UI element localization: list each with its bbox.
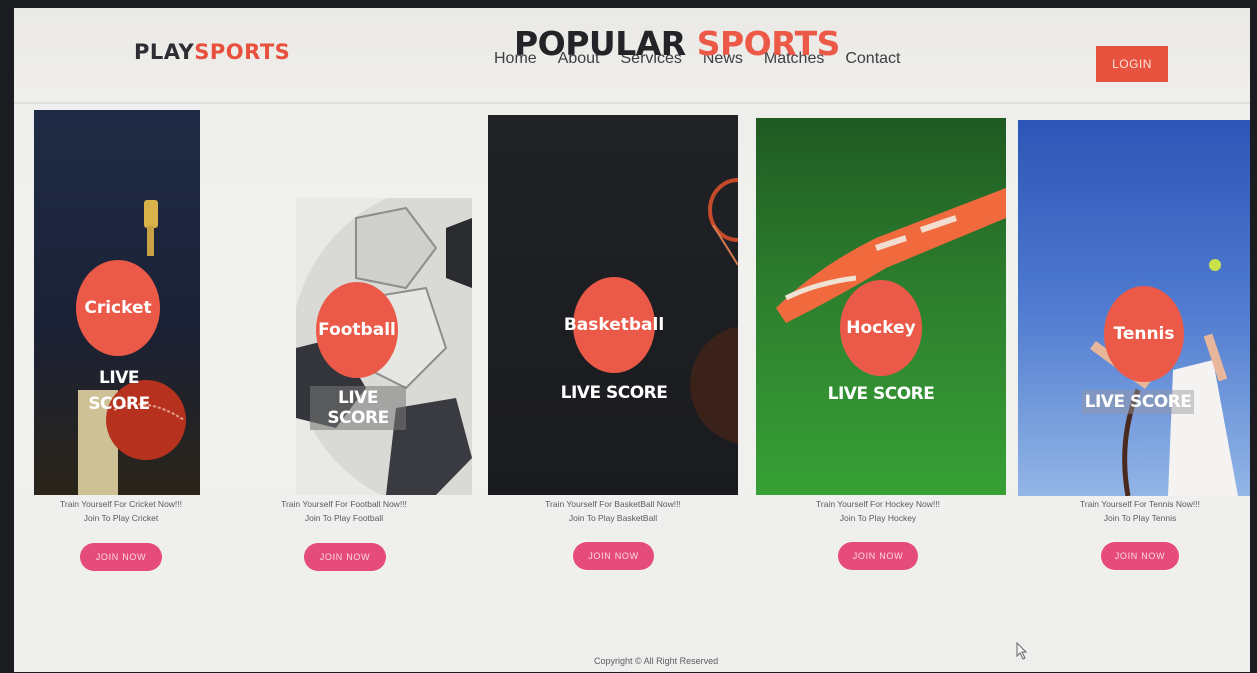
card-description-basketball: Train Yourself For BasketBall Now!!! Joi… [504, 497, 722, 525]
mouse-cursor-icon [1016, 642, 1028, 660]
desc-line2-cricket: Join To Play Cricket [83, 513, 159, 523]
card-description-cricket: Train Yourself For Cricket Now!!! Join T… [34, 497, 208, 525]
score-label-cricket: SCORE [88, 394, 150, 414]
desc-line2-hockey: Join To Play Hockey [839, 513, 917, 523]
logo-part-sports: SPORTS [194, 40, 291, 64]
card-image-tennis[interactable]: Tennis LIVE SCORE [1018, 120, 1250, 496]
card-image-football[interactable]: Football LIVE SCORE [296, 198, 472, 495]
title-part-sports: SPORTS [696, 24, 841, 63]
desc-line1-football: Train Yourself For Football Now!!! [281, 499, 407, 509]
sport-title-football: Football [316, 282, 398, 378]
desc-line1-tennis: Train Yourself For Tennis Now!!! [1079, 499, 1200, 509]
desc-line2-football: Join To Play Football [304, 513, 384, 523]
desc-line2-basketball: Join To Play BasketBall [568, 513, 658, 523]
desc-line1-basketball: Train Yourself For BasketBall Now!!! [545, 499, 681, 509]
nav-contact[interactable]: Contact [845, 50, 900, 68]
live-score-basketball[interactable]: LIVE SCORE [558, 383, 670, 403]
live-score-hockey[interactable]: LIVE SCORE [826, 384, 936, 404]
live-score-football[interactable]: LIVE SCORE [310, 386, 406, 430]
join-now-button-basketball[interactable]: JOIN NOW [573, 542, 654, 570]
live-score-tennis[interactable]: LIVE SCORE [1082, 390, 1194, 414]
sport-title-tennis: Tennis [1104, 286, 1184, 382]
card-image-hockey[interactable]: Hockey LIVE SCORE [756, 118, 1006, 495]
card-image-basketball[interactable]: Basketball LIVE SCORE [488, 115, 738, 495]
footer-copyright: Copyright © All Right Reserved [594, 656, 719, 666]
desc-line2-tennis: Join To Play Tennis [1103, 513, 1177, 523]
desc-line1-hockey: Train Yourself For Hockey Now!!! [816, 499, 940, 509]
card-description-hockey: Train Yourself For Hockey Now!!! Join To… [782, 497, 974, 525]
join-now-button-football[interactable]: JOIN NOW [304, 543, 386, 571]
card-description-football: Train Yourself For Football Now!!! Join … [256, 497, 432, 525]
login-button[interactable]: LOGIN [1096, 46, 1168, 82]
join-now-button-tennis[interactable]: JOIN NOW [1101, 542, 1179, 570]
sport-title-hockey: Hockey [840, 280, 922, 376]
sport-title-basketball: Basketball [564, 277, 664, 373]
title-part-popular: POPULAR [514, 24, 686, 63]
live-label-cricket: LIVE [99, 368, 139, 388]
live-score-cricket[interactable]: LIVE SCORE [74, 368, 164, 414]
card-description-tennis: Train Yourself For Tennis Now!!! Join To… [1044, 497, 1236, 525]
logo-part-play: PLAY [134, 40, 195, 64]
desc-line1-cricket: Train Yourself For Cricket Now!!! [59, 499, 183, 509]
page-title: POPULAR SPORTS [514, 24, 840, 63]
site-logo[interactable]: PLAYSPORTS [134, 40, 290, 64]
sport-title-cricket: Cricket [76, 260, 160, 356]
site-header: PLAYSPORTS Home About Services News Matc… [14, 8, 1250, 104]
browser-viewport: PLAYSPORTS Home About Services News Matc… [14, 8, 1250, 672]
join-now-button-cricket[interactable]: JOIN NOW [80, 543, 162, 571]
join-now-button-hockey[interactable]: JOIN NOW [838, 542, 918, 570]
card-image-cricket[interactable]: Cricket LIVE SCORE [34, 110, 200, 495]
